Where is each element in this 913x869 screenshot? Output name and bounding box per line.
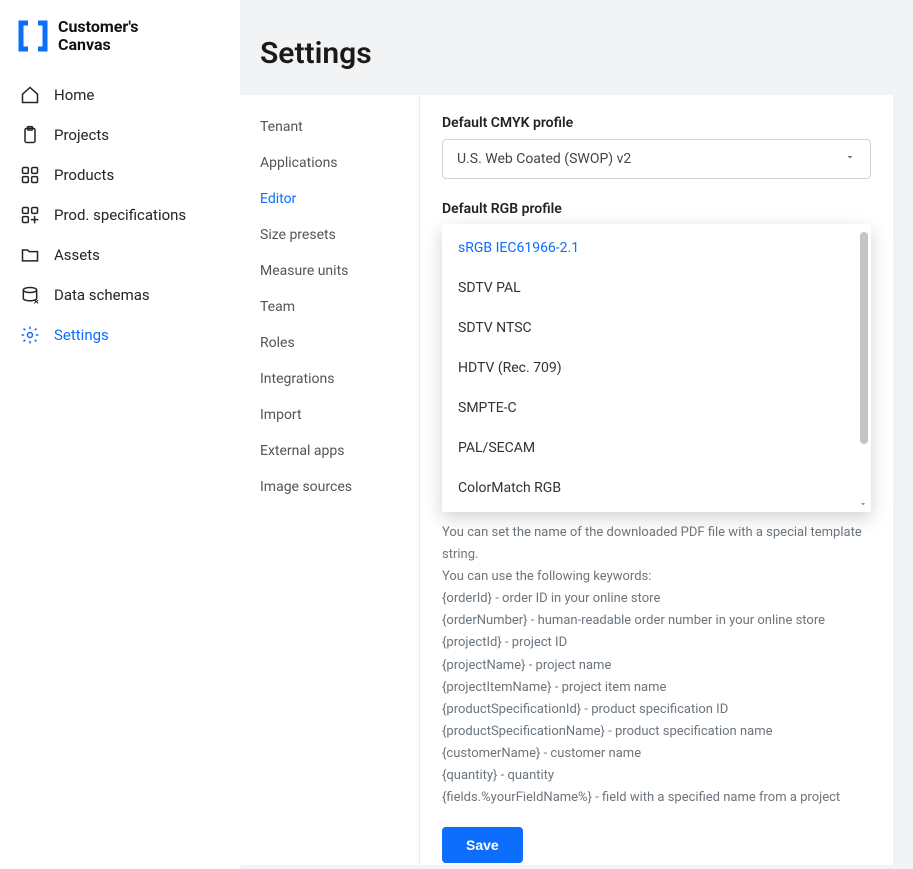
- folder-icon: [20, 245, 40, 265]
- subnav-item-roles[interactable]: Roles: [240, 325, 419, 361]
- sidebar-item-label: Data schemas: [54, 286, 150, 304]
- sidebar-item-settings[interactable]: Settings: [14, 315, 230, 355]
- rgb-profile-option[interactable]: ColorMatch RGB: [442, 468, 855, 508]
- subnav-item-image-sources[interactable]: Image sources: [240, 469, 419, 505]
- subnav-item-applications[interactable]: Applications: [240, 145, 419, 181]
- scrollbar-thumb[interactable]: [860, 232, 868, 444]
- help-line: {projectName} - project name: [442, 655, 871, 677]
- subnav-item-integrations[interactable]: Integrations: [240, 361, 419, 397]
- rgb-profile-option-list: sRGB IEC61966-2.1 SDTV PAL SDTV NTSC HDT…: [442, 228, 857, 508]
- rgb-profile-option[interactable]: PAL/SECAM: [442, 428, 855, 468]
- rgb-profile-option[interactable]: SMPTE-C: [442, 388, 855, 428]
- rgb-profile-dropdown: sRGB IEC61966-2.1 SDTV PAL SDTV NTSC HDT…: [442, 224, 871, 512]
- database-icon: [20, 285, 40, 305]
- subnav-item-size-presets[interactable]: Size presets: [240, 217, 419, 253]
- sidebar-item-label: Prod. specifications: [54, 206, 186, 224]
- brand-logo-text: Customer's Canvas: [58, 18, 138, 55]
- sidebar-item-home[interactable]: Home: [14, 75, 230, 115]
- help-line: {projectId} - project ID: [442, 632, 871, 654]
- subnav-item-tenant[interactable]: Tenant: [240, 109, 419, 145]
- rgb-profile-label: Default RGB profile: [442, 201, 871, 217]
- subnav-item-import[interactable]: Import: [240, 397, 419, 433]
- rgb-profile-option[interactable]: SDTV PAL: [442, 268, 855, 308]
- sidebar-item-assets[interactable]: Assets: [14, 235, 230, 275]
- sidebar-item-data-schemas[interactable]: Data schemas: [14, 275, 230, 315]
- help-line: {orderId} - order ID in your online stor…: [442, 588, 871, 610]
- help-line: {customerName} - customer name: [442, 743, 871, 765]
- grid-plus-icon: [20, 205, 40, 225]
- sidebar-item-label: Home: [54, 86, 94, 104]
- help-line: {projectItemName} - project item name: [442, 677, 871, 699]
- sidebar-item-label: Assets: [54, 246, 100, 264]
- sidebar-item-products[interactable]: Products: [14, 155, 230, 195]
- scrollbar-down-icon[interactable]: [857, 498, 869, 510]
- sidebar-item-label: Settings: [54, 326, 109, 344]
- subnav-item-editor[interactable]: Editor: [240, 181, 419, 217]
- sidebar-item-prod-specs[interactable]: Prod. specifications: [14, 195, 230, 235]
- gear-icon: [20, 325, 40, 345]
- subnav-item-team[interactable]: Team: [240, 289, 419, 325]
- help-intro: You can set the name of the downloaded P…: [442, 522, 871, 566]
- cmyk-profile-select[interactable]: U.S. Web Coated (SWOP) v2: [442, 139, 871, 179]
- subnav-item-external-apps[interactable]: External apps: [240, 433, 419, 469]
- pdf-filename-help: You can set the name of the downloaded P…: [442, 522, 871, 809]
- rgb-profile-option[interactable]: sRGB IEC61966-2.1: [442, 228, 855, 268]
- clipboard-icon: [20, 125, 40, 145]
- help-line: {orderNumber} - human-readable order num…: [442, 610, 871, 632]
- help-line: {fields.%yourFieldName%} - field with a …: [442, 787, 871, 809]
- sidebar-item-label: Projects: [54, 126, 109, 144]
- main-area: Settings Tenant Applications Editor Size…: [240, 0, 913, 869]
- sidebar: Customer's Canvas Home Projects: [0, 0, 240, 869]
- chevron-down-icon: [844, 151, 856, 167]
- subnav-item-measure-units[interactable]: Measure units: [240, 253, 419, 289]
- home-icon: [20, 85, 40, 105]
- rgb-profile-option[interactable]: SDTV NTSC: [442, 308, 855, 348]
- cmyk-profile-label: Default CMYK profile: [442, 115, 871, 131]
- settings-panel: Tenant Applications Editor Size presets …: [240, 95, 893, 865]
- settings-content: Default CMYK profile U.S. Web Coated (SW…: [420, 95, 893, 865]
- settings-subnav: Tenant Applications Editor Size presets …: [240, 95, 420, 865]
- page-title: Settings: [240, 0, 913, 95]
- save-button[interactable]: Save: [442, 827, 523, 863]
- brand-logo-mark: [16, 19, 50, 53]
- help-keywords-header: You can use the following keywords:: [442, 566, 871, 588]
- rgb-profile-option[interactable]: HDTV (Rec. 709): [442, 348, 855, 388]
- brand-logo: Customer's Canvas: [14, 14, 230, 75]
- help-line: {productSpecificationName} - product spe…: [442, 721, 871, 743]
- grid-icon: [20, 165, 40, 185]
- sidebar-item-projects[interactable]: Projects: [14, 115, 230, 155]
- help-line: {quantity} - quantity: [442, 765, 871, 787]
- help-line: {productSpecificationId} - product speci…: [442, 699, 871, 721]
- dropdown-scrollbar[interactable]: [857, 228, 871, 508]
- sidebar-item-label: Products: [54, 166, 114, 184]
- cmyk-profile-value: U.S. Web Coated (SWOP) v2: [457, 151, 631, 167]
